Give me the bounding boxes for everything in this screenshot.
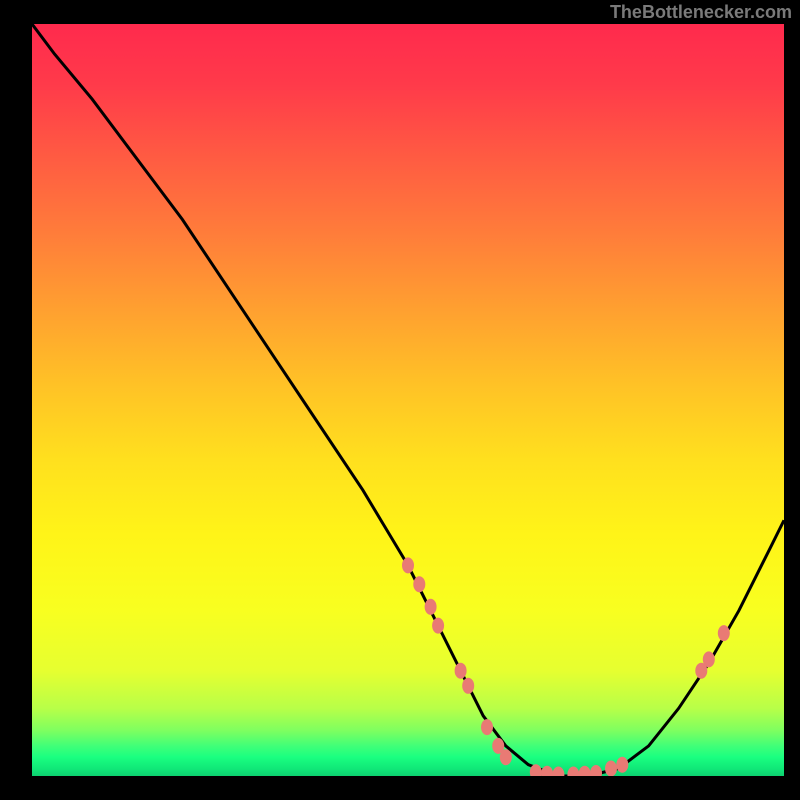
data-marker: [579, 766, 591, 776]
data-marker: [500, 749, 512, 765]
bottleneck-curve-line: [32, 24, 784, 776]
data-marker: [481, 719, 493, 735]
data-marker: [413, 576, 425, 592]
data-marker: [605, 761, 617, 777]
data-marker: [455, 663, 467, 679]
data-marker: [425, 599, 437, 615]
chart-svg: [32, 24, 784, 776]
data-marker: [567, 767, 579, 777]
data-marker: [718, 625, 730, 641]
data-marker: [703, 651, 715, 667]
data-marker: [402, 557, 414, 573]
data-markers-group: [402, 557, 730, 776]
data-marker: [432, 618, 444, 634]
data-marker: [590, 765, 602, 776]
data-marker: [552, 767, 564, 777]
chart-plot-area: [32, 24, 784, 776]
data-marker: [541, 766, 553, 776]
data-marker: [462, 678, 474, 694]
data-marker: [616, 757, 628, 773]
attribution-text: TheBottlenecker.com: [610, 2, 792, 23]
